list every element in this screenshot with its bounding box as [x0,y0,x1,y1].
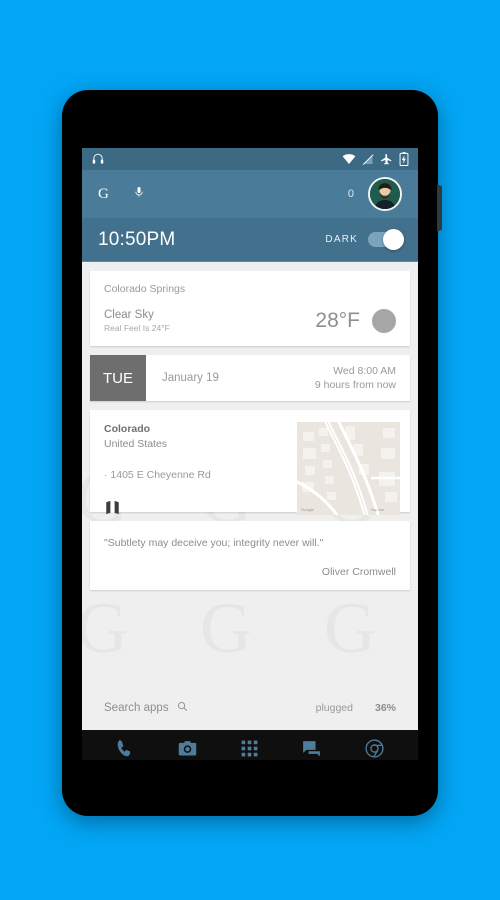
weather-city: Colorado Springs [104,283,186,295]
weather-condition-group: Clear Sky Real Feel Is 24°F [104,309,170,333]
status-bar-left [91,152,342,166]
weather-card[interactable]: Colorado Springs Clear Sky Real Feel Is … [90,271,410,346]
location-text-group: Colorado United States · 1405 E Cheyenne… [104,422,297,515]
calendar-event-group: Wed 8:00 AM 9 hours from now [315,355,410,401]
battery-state-label: plugged [315,701,353,714]
calendar-event-time: Wed 8:00 AM [333,364,396,377]
search-icon[interactable] [177,699,188,717]
headphones-icon [92,153,104,164]
camera-icon[interactable] [177,738,198,761]
phone-icon[interactable] [115,738,135,760]
background-watermark: G [82,588,128,668]
location-address: · 1405 E Cheyenne Rd [104,469,211,482]
dark-mode-toggle[interactable] [368,229,404,250]
calendar-card[interactable]: TUE January 19 Wed 8:00 AM 9 hours from … [90,355,410,401]
status-bar-right [342,152,409,166]
background-watermark: G [324,588,376,668]
search-apps-label[interactable]: Search apps [104,702,169,714]
airplane-mode-icon [381,153,392,164]
search-apps-bar[interactable]: Search apps plugged 36% [82,685,418,730]
background-watermark: G [200,588,252,668]
app-drawer-icon[interactable] [240,739,259,761]
location-country: United States [104,438,168,451]
map-thumbnail[interactable]: Google Map data [297,422,400,515]
dark-mode-label: DARK [325,234,358,245]
quote-card[interactable]: "Subtlety may deceive you; integrity nev… [90,521,410,590]
calendar-date: January 19 [162,372,219,384]
phone-screen: G 0 10:50PM DARK G G G Colorado Springs … [82,148,418,760]
weather-sun-icon [372,309,396,333]
wifi-icon [342,154,356,164]
google-search-bar[interactable]: G 0 [82,170,418,218]
calendar-date-group: January 19 [146,355,315,401]
svg-text:Map data: Map data [371,508,385,512]
signal-off-icon [362,153,374,165]
cards-container: G G G G G G Colorado Springs Clear Sky R… [82,262,418,685]
calendar-relative-time: 9 hours from now [314,379,396,391]
battery-percent-label: 36% [374,701,396,714]
status-bar [82,148,418,170]
quote-text: "Subtlety may deceive you; integrity nev… [104,537,324,549]
weather-real-feel: Real Feel Is 24°F [104,323,170,333]
toggle-knob [383,229,404,250]
map-icon[interactable] [104,499,297,521]
battery-charging-icon [399,152,409,166]
location-card[interactable]: Colorado United States · 1405 E Cheyenne… [90,410,410,515]
google-logo-icon[interactable]: G [98,186,109,203]
clock-and-theme-row: 10:50PM DARK [82,218,418,262]
avatar[interactable] [368,177,402,211]
notification-count[interactable]: 0 [348,188,354,200]
app-dock [82,730,418,760]
phone-side-button[interactable] [437,185,442,231]
location-region: Colorado [104,423,151,435]
weather-temperature: 28°F [315,309,360,332]
microphone-icon[interactable] [133,184,145,205]
weather-condition: Clear Sky [104,309,154,321]
calendar-day-badge: TUE [90,355,146,401]
quote-author: Oliver Cromwell [321,566,396,578]
svg-text:Google: Google [301,507,315,512]
messages-icon[interactable] [301,738,322,761]
weather-body: Clear Sky Real Feel Is 24°F 28°F [104,309,396,333]
chrome-icon[interactable] [364,738,385,761]
clock-widget[interactable]: 10:50PM [98,229,175,251]
